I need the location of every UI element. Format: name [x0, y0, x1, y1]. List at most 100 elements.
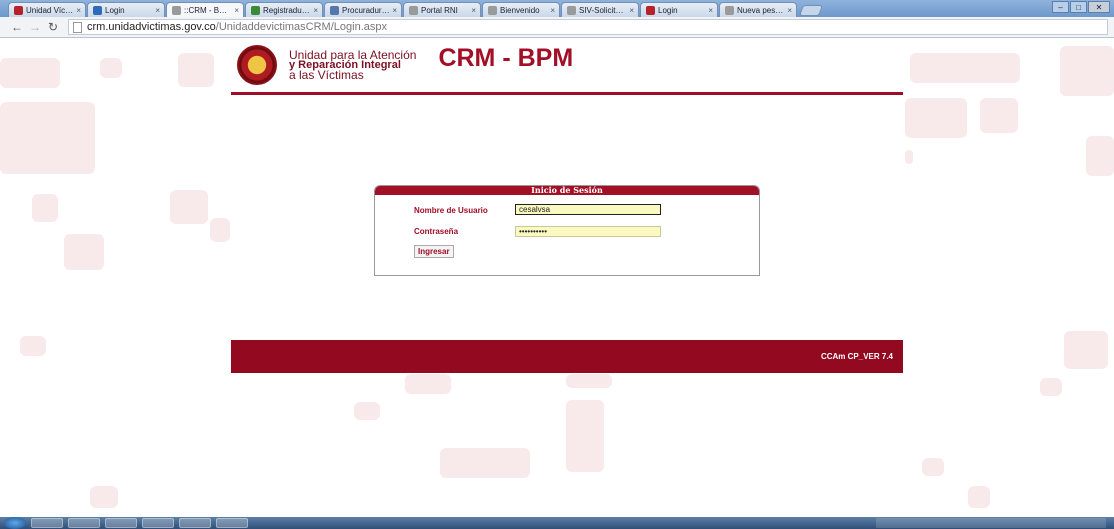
page-icon [172, 5, 181, 15]
page-footer: CCAm CP_VER 7.4 [231, 340, 903, 373]
os-taskbar [0, 517, 1114, 529]
bg-square [354, 402, 380, 420]
bg-square [20, 336, 46, 356]
url-bar[interactable]: crm.unidadvictimas.gov.co/Unidaddevictim… [68, 19, 1108, 35]
tab-close-icon[interactable]: × [313, 6, 318, 15]
tab-list: Unidad Víctimas×Login×::CRM - BPM::×Regi… [8, 0, 798, 17]
bg-square [905, 98, 967, 138]
tab-close-icon[interactable]: × [629, 6, 634, 15]
tab-title: Registraduría Na... [263, 5, 312, 15]
crm-page: Unidad para la Atención y Reparación Int… [231, 38, 903, 373]
logo-line-3: a las Víctimas [289, 68, 364, 82]
reload-icon[interactable]: ↻ [44, 20, 62, 34]
password-field[interactable]: •••••••••• [515, 226, 661, 237]
colombia-seal-icon [237, 45, 277, 85]
window-controls: – □ ✕ [1052, 1, 1110, 13]
bg-square [170, 190, 208, 224]
forward-icon[interactable]: → [26, 20, 44, 34]
bg-square [440, 448, 530, 478]
bg-square [910, 53, 1020, 83]
bg-square [1060, 46, 1114, 96]
app-title: CRM - BPM [438, 43, 574, 72]
taskbar-item[interactable] [68, 518, 100, 528]
page-icon [488, 5, 497, 15]
bg-square [100, 58, 122, 78]
page-icon [725, 5, 734, 15]
tab-close-icon[interactable]: × [392, 6, 397, 15]
tab-title: Procuraduría Ger... [342, 5, 390, 15]
bg-square [0, 102, 95, 174]
bg-square [566, 374, 612, 388]
tab-close-icon[interactable]: × [155, 6, 160, 15]
bg-square [1040, 378, 1062, 396]
tab-title: Nueva pestaña [737, 5, 785, 15]
username-label: Nombre de Usuario [414, 206, 488, 215]
page-icon [567, 5, 576, 15]
browser-tab[interactable]: Nueva pestaña× [719, 2, 797, 17]
bg-square [178, 53, 214, 87]
tab-close-icon[interactable]: × [76, 6, 81, 15]
bg-square [0, 58, 60, 88]
browser-tab[interactable]: Bienvenido × [482, 2, 560, 17]
bg-square [566, 400, 604, 472]
system-tray[interactable] [876, 518, 1106, 528]
page-icon [73, 21, 82, 33]
browser-tab[interactable]: Procuraduría Ger...× [324, 2, 402, 17]
browser-tab[interactable]: SIV-Solicitudes× [561, 2, 639, 17]
taskbar-item[interactable] [31, 518, 63, 528]
browser-tab[interactable]: ::CRM - BPM:: × [166, 2, 244, 17]
bg-square [980, 98, 1018, 133]
tab-close-icon[interactable]: × [787, 6, 792, 15]
browser-tab[interactable]: Portal RNI × [403, 2, 481, 17]
victimas-icon [14, 5, 23, 15]
taskbar-item[interactable] [216, 518, 248, 528]
bg-square [905, 150, 913, 164]
login-panel: Inicio de Sesión Nombre de Usuario cesal… [374, 185, 760, 276]
new-tab-button[interactable] [798, 5, 824, 16]
start-button[interactable] [4, 517, 26, 529]
browser-tab[interactable]: Login × [640, 2, 718, 17]
tab-title: Unidad Víctimas [26, 5, 74, 15]
tab-close-icon[interactable]: × [234, 6, 239, 15]
username-field[interactable]: cesalvsa [515, 204, 661, 215]
minimize-icon[interactable]: – [1052, 1, 1069, 13]
back-icon[interactable]: ← [8, 20, 26, 34]
tab-title: Login [658, 5, 678, 15]
taskbar-item[interactable] [105, 518, 137, 528]
bg-square [1064, 331, 1108, 369]
bg-square [32, 194, 58, 222]
page-icon [409, 5, 418, 15]
page-header: Unidad para la Atención y Reparación Int… [231, 38, 903, 95]
bg-square [210, 218, 230, 242]
login-heading: Inicio de Sesión [375, 186, 759, 195]
tab-title: Login [105, 5, 125, 15]
tab-title: Bienvenido [500, 5, 540, 15]
tab-close-icon[interactable]: × [550, 6, 555, 15]
victimas-icon [646, 5, 655, 15]
bg-square [64, 234, 104, 270]
unidad-victimas-logo: Unidad para la Atención y Reparación Int… [289, 49, 416, 82]
version-label: CCAm CP_VER 7.4 [820, 352, 893, 361]
bg-square [1086, 136, 1114, 176]
taskbar-item[interactable] [142, 518, 174, 528]
login-icon [93, 5, 102, 15]
browser-tab[interactable]: Login × [87, 2, 165, 17]
close-window-icon[interactable]: ✕ [1088, 1, 1110, 13]
url-host: crm.unidadvictimas.gov.co [87, 21, 216, 33]
procuraduria-icon [330, 5, 339, 15]
bg-square [968, 486, 990, 508]
taskbar-item[interactable] [179, 518, 211, 528]
tab-close-icon[interactable]: × [708, 6, 713, 15]
address-toolbar: ← → ↻ crm.unidadvictimas.gov.co/Unidadde… [0, 17, 1114, 50]
bg-square [405, 374, 451, 394]
browser-tab[interactable]: Unidad Víctimas× [8, 2, 86, 17]
maximize-icon[interactable]: □ [1070, 1, 1087, 13]
password-label: Contraseña [414, 227, 459, 236]
browser-tab-strip: Unidad Víctimas×Login×::CRM - BPM::×Regi… [0, 0, 1114, 17]
browser-tab[interactable]: Registraduría Na...× [245, 2, 323, 17]
url-path: /UnidaddevictimasCRM/Login.aspx [215, 21, 387, 33]
tab-close-icon[interactable]: × [471, 6, 476, 15]
tab-title: Portal RNI [421, 5, 458, 15]
tab-title: SIV-Solicitudes [579, 5, 627, 15]
ingresar-button[interactable]: Ingresar [414, 245, 454, 258]
